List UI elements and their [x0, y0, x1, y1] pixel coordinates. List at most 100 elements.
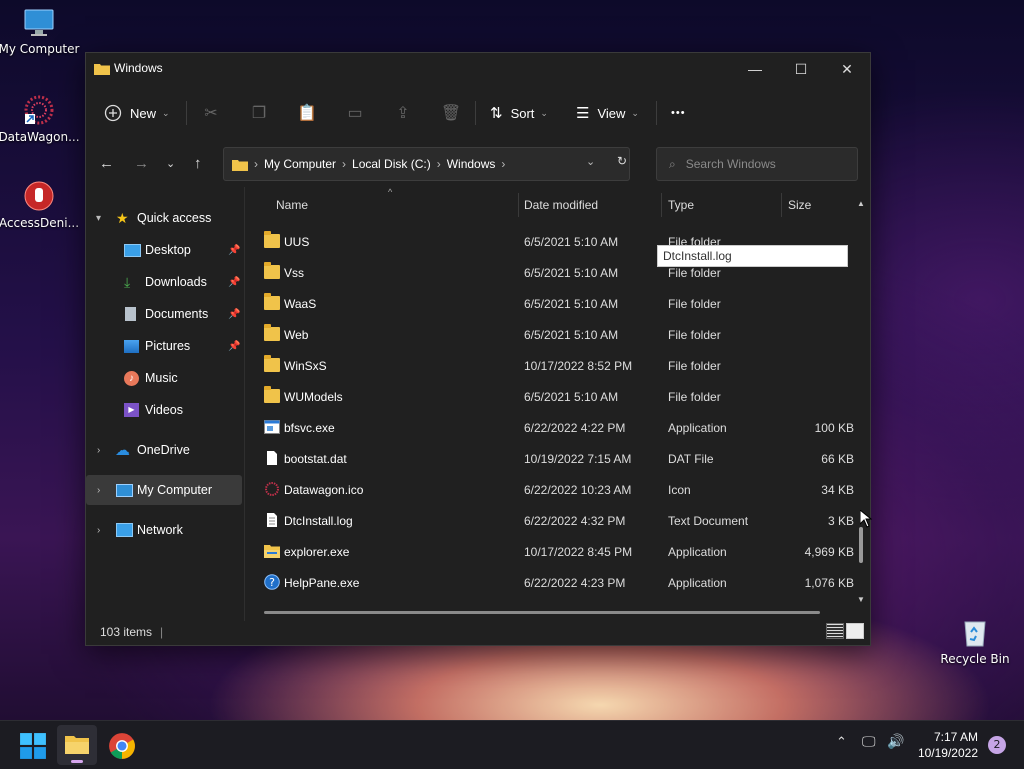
paste-icon[interactable]: 📋: [283, 103, 331, 123]
sidebar-item-quick-access[interactable]: ▾ ★ Quick access: [86, 203, 242, 233]
back-arrow-icon[interactable]: ←: [99, 155, 114, 172]
sidebar-item-network[interactable]: › Network: [86, 515, 242, 545]
file-row[interactable]: bootstat.dat 10/19/2022 7:15 AM DAT File 66…: [258, 444, 858, 475]
file-name: Web: [284, 328, 309, 342]
network-status-icon[interactable]: 🖵: [862, 734, 876, 750]
mouse-cursor-icon: [860, 510, 872, 528]
search-box[interactable]: ⌕ Search Windows: [656, 147, 858, 181]
column-name[interactable]: Name: [276, 198, 308, 212]
address-bar[interactable]: › My Computer › Local Disk (C:) › Window…: [223, 147, 630, 181]
file-size: 1,076 KB: [804, 576, 854, 590]
sidebar-item-desktop[interactable]: Desktop 📌: [86, 235, 242, 265]
breadcrumb-local-disk[interactable]: Local Disk (C:): [352, 157, 431, 171]
file-row[interactable]: WaaS 6/5/2021 5:10 AM File folder: [258, 289, 858, 320]
copy-icon[interactable]: ❐: [235, 103, 283, 123]
sort-button[interactable]: ⇅ Sort ⌄: [490, 104, 570, 122]
share-icon[interactable]: ⇪: [379, 103, 427, 123]
clock[interactable]: 7:17 AM 10/19/2022: [918, 729, 978, 761]
new-button[interactable]: New ⌄: [104, 104, 186, 122]
sidebar-item-my-computer[interactable]: › My Computer: [86, 475, 242, 505]
forward-arrow-icon[interactable]: →: [134, 155, 149, 172]
tiles-view-button[interactable]: [846, 623, 864, 639]
pin-icon[interactable]: 📌: [228, 341, 240, 352]
file-date-modified: 6/5/2021 5:10 AM: [524, 328, 619, 342]
file-type: Text Document: [668, 514, 749, 528]
breadcrumb-windows[interactable]: Windows: [447, 157, 496, 171]
pane-divider[interactable]: [244, 187, 245, 621]
file-row[interactable]: ? HelpPane.exe 6/22/2022 4:23 PM Applicatio…: [258, 568, 858, 599]
windows-start-icon[interactable]: [19, 732, 47, 760]
sidebar-item-music[interactable]: ♪ Music: [86, 363, 242, 393]
breadcrumb-my-computer[interactable]: My Computer: [264, 157, 336, 171]
sidebar-item-documents[interactable]: Documents 📌: [86, 299, 242, 329]
file-list: UUS 6/5/2021 5:10 AM File folder Vss 6/5/202…: [258, 227, 858, 599]
desktop-icon-datawagon[interactable]: DataWagon...: [0, 94, 81, 144]
sidebar-item-downloads[interactable]: ⤓ Downloads 📌: [86, 267, 242, 297]
chevron-up-icon[interactable]: ⌃: [836, 735, 847, 750]
column-size[interactable]: Size: [788, 198, 811, 212]
file-row[interactable]: DtcInstall.log 6/22/2022 4:32 PM Text Docu…: [258, 506, 858, 537]
vertical-scrollbar[interactable]: ▲ ▼: [857, 199, 865, 609]
file-date-modified: 6/5/2021 5:10 AM: [524, 266, 619, 280]
close-button[interactable]: ✕: [824, 53, 870, 85]
file-type: File folder: [668, 266, 721, 280]
plus-circle-icon: [104, 104, 122, 122]
up-arrow-icon[interactable]: ↑: [194, 155, 202, 172]
pin-icon[interactable]: 📌: [228, 309, 240, 320]
column-date-modified[interactable]: Date modified: [524, 198, 598, 212]
stop-hand-icon: [24, 181, 54, 211]
desktop-icon-label: DataWagon...: [0, 130, 80, 144]
recent-chevron-icon[interactable]: ⌄: [166, 157, 175, 170]
view-button[interactable]: ☰ View ⌄: [576, 104, 656, 122]
file-type: File folder: [668, 359, 721, 373]
desktop-icon-accessdenied[interactable]: AccessDeni...: [0, 180, 81, 230]
command-bar: New ⌄ ✂ ❐ 📋 ▭ ⇪ 🗑 ⇅ Sort ⌄ ☰ View ⌄ •••: [86, 91, 870, 135]
maximize-button[interactable]: ☐: [778, 53, 824, 85]
file-row[interactable]: Web 6/5/2021 5:10 AM File folder: [258, 320, 858, 351]
file-row[interactable]: explorer.exe 10/17/2022 8:45 PM Applicatio…: [258, 537, 858, 568]
file-type: File folder: [668, 297, 721, 311]
desktop-icon-label: Recycle Bin: [940, 652, 1010, 666]
file-row[interactable]: Datawagon.ico 6/22/2022 10:23 AM Icon 34 KB: [258, 475, 858, 506]
volume-icon[interactable]: 🔊: [887, 734, 904, 750]
rename-icon[interactable]: ▭: [331, 103, 379, 123]
clock-date: 10/19/2022: [917, 746, 978, 760]
chrome-icon[interactable]: [108, 732, 136, 760]
details-view-button[interactable]: [826, 623, 844, 639]
more-options-button[interactable]: •••: [671, 107, 686, 119]
desktop-icon-recycle-bin[interactable]: Recycle Bin: [933, 616, 1017, 666]
scroll-up-icon[interactable]: ▲: [857, 199, 865, 208]
file-size: 3 KB: [827, 514, 854, 528]
file-row[interactable]: WinSxS 10/17/2022 8:52 PM File folder: [258, 351, 858, 382]
cloud-icon: ☁: [115, 442, 130, 459]
refresh-icon[interactable]: ↻: [617, 154, 627, 168]
scroll-down-icon[interactable]: ▼: [857, 595, 865, 604]
search-placeholder: Search Windows: [685, 157, 776, 171]
navigation-pane: ▾ ★ Quick access Desktop 📌 ⤓ Downloads 📌…: [86, 201, 244, 621]
sidebar-item-pictures[interactable]: Pictures 📌: [86, 331, 242, 361]
notification-badge[interactable]: 2: [988, 736, 1006, 754]
pin-icon[interactable]: 📌: [228, 245, 240, 256]
title-bar[interactable]: Windows — ☐ ✕: [86, 53, 870, 85]
column-type[interactable]: Type: [668, 198, 694, 212]
network-icon: [116, 523, 133, 537]
column-header: ^ Name Date modified Type Size: [258, 187, 858, 219]
pin-icon[interactable]: 📌: [228, 277, 240, 288]
file-size: 4,969 KB: [804, 545, 854, 559]
cut-icon[interactable]: ✂: [187, 103, 235, 123]
address-dropdown-icon[interactable]: ⌄: [586, 155, 595, 168]
scrollbar-thumb[interactable]: [859, 527, 863, 563]
desktop-icon-label: AccessDeni...: [0, 216, 80, 230]
sidebar-item-onedrive[interactable]: › ☁ OneDrive: [86, 435, 242, 465]
file-name: DtcInstall.log: [284, 514, 353, 528]
file-explorer-window[interactable]: Windows — ☐ ✕ New ⌄ ✂ ❐ 📋 ▭ ⇪ 🗑 ⇅ Sort ⌄…: [85, 52, 871, 646]
file-row[interactable]: WUModels 6/5/2021 5:10 AM File folder: [258, 382, 858, 413]
file-explorer-taskbar-button[interactable]: [57, 725, 97, 765]
tooltip: DtcInstall.log: [657, 245, 848, 267]
desktop-icon-my-computer[interactable]: My Computer: [0, 8, 81, 56]
file-row[interactable]: bfsvc.exe 6/22/2022 4:22 PM Application 100…: [258, 413, 858, 444]
sidebar-item-videos[interactable]: ▶ Videos: [86, 395, 242, 425]
delete-icon[interactable]: 🗑: [427, 103, 475, 123]
minimize-button[interactable]: —: [732, 53, 778, 85]
horizontal-scrollbar[interactable]: [264, 611, 820, 614]
